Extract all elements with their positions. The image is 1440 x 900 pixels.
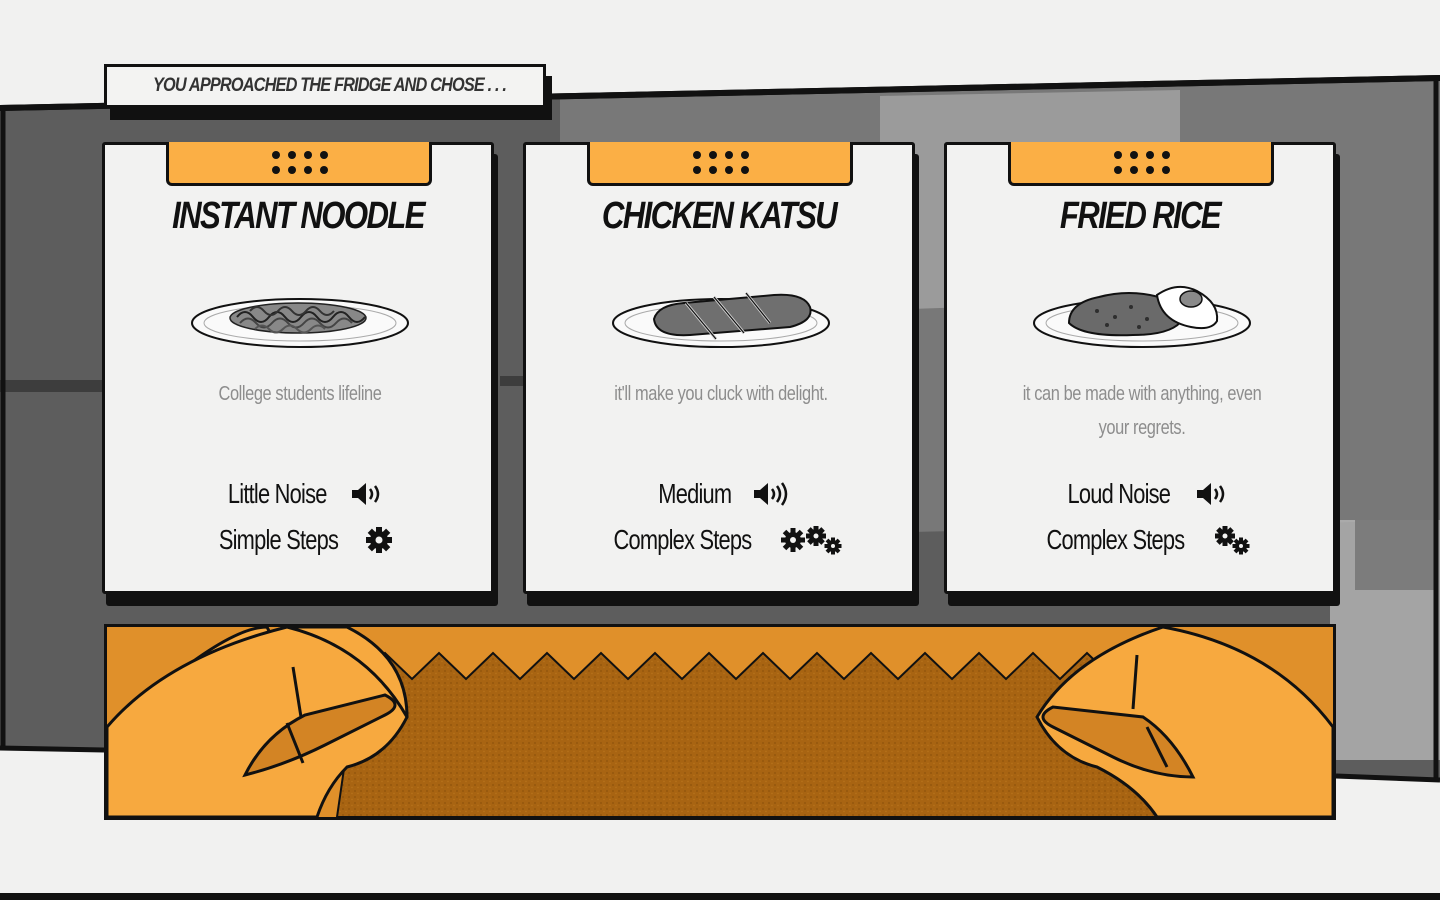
katsu-plate-image	[612, 292, 830, 348]
dots-icon	[693, 151, 751, 175]
speaker-low-icon	[1196, 483, 1225, 505]
card-title: Chicken Katsu	[601, 195, 838, 237]
noise-stat: Medium	[526, 478, 912, 510]
recipe-card-instant-noodle[interactable]: Instant Noodle College students lifeline…	[102, 142, 494, 594]
recipe-card-chicken-katsu[interactable]: Chicken Katsu it'll make you cluck with …	[523, 142, 915, 594]
card-title: Instant Noodle	[172, 195, 425, 237]
noise-stat: Little Noise	[105, 478, 491, 510]
prompt-banner: You approached the fridge and chose . . …	[104, 64, 546, 108]
steps-label: Complex Steps	[1046, 524, 1185, 555]
noise-stat: Loud Noise	[947, 478, 1333, 510]
card-tab	[166, 142, 432, 186]
card-description: it'll make you cluck with delight.	[614, 383, 828, 405]
bottom-border	[0, 893, 1440, 900]
card-description: College students lifeline	[218, 383, 382, 405]
noise-label: Medium	[658, 478, 732, 509]
fried-rice-plate-image	[1033, 285, 1251, 348]
recipe-card-fried-rice[interactable]: Fried Rice it can be made with anything,…	[944, 142, 1336, 594]
steps-label: Simple Steps	[218, 524, 338, 555]
triple-gear-icon	[781, 526, 842, 555]
hands-panel	[104, 624, 1336, 820]
card-tab	[587, 142, 853, 186]
hands-illustration	[107, 627, 1333, 817]
prompt-text: You approached the fridge and chose . . …	[153, 75, 507, 96]
steps-stat: Complex Steps	[947, 524, 1333, 556]
dots-icon	[272, 151, 330, 175]
noise-label: Loud Noise	[1067, 478, 1171, 509]
dots-icon	[1114, 151, 1172, 175]
double-gear-icon	[1215, 526, 1250, 555]
counter-box	[1355, 520, 1435, 590]
steps-label: Complex Steps	[613, 524, 752, 555]
speaker-medium-icon	[753, 482, 788, 506]
noodle-plate-image	[191, 298, 409, 348]
card-tab	[1008, 142, 1274, 186]
speaker-low-icon	[352, 483, 380, 505]
card-title: Fried Rice	[1059, 195, 1222, 237]
steps-stat: Simple Steps	[105, 524, 491, 556]
card-description: it can be made with anything, even your …	[1022, 383, 1262, 439]
shelf-edge	[0, 380, 110, 392]
noise-label: Little Noise	[227, 478, 327, 509]
steps-stat: Complex Steps	[526, 524, 912, 556]
counter-surface	[335, 651, 1169, 817]
gear-icon	[366, 527, 393, 553]
